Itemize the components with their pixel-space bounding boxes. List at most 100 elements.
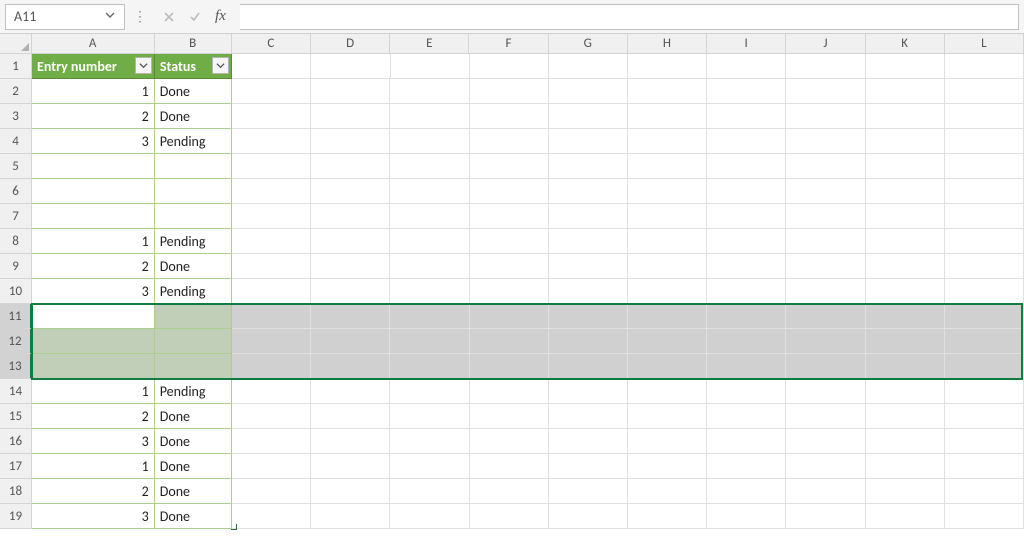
- cell[interactable]: [945, 204, 1024, 229]
- cell[interactable]: [391, 54, 470, 79]
- row-header[interactable]: 12: [0, 329, 32, 354]
- column-header[interactable]: E: [390, 34, 469, 54]
- cell[interactable]: [232, 304, 311, 329]
- cell[interactable]: [311, 279, 390, 304]
- cell[interactable]: [628, 154, 707, 179]
- cell[interactable]: [786, 354, 865, 379]
- cell[interactable]: [866, 229, 945, 254]
- cell[interactable]: [32, 304, 155, 329]
- cell[interactable]: [945, 79, 1024, 104]
- cell[interactable]: [232, 379, 311, 404]
- cell[interactable]: [945, 154, 1024, 179]
- cell[interactable]: [945, 279, 1024, 304]
- row-header[interactable]: 4: [0, 129, 32, 154]
- cell[interactable]: [549, 179, 628, 204]
- row-header[interactable]: 17: [0, 454, 32, 479]
- cell[interactable]: [866, 79, 945, 104]
- cell[interactable]: [32, 204, 155, 229]
- cell[interactable]: [945, 454, 1024, 479]
- cell[interactable]: 2: [32, 104, 155, 129]
- cell[interactable]: [549, 229, 628, 254]
- cell[interactable]: Done: [155, 254, 232, 279]
- row-header[interactable]: 9: [0, 254, 32, 279]
- cell[interactable]: [232, 104, 311, 129]
- cell[interactable]: [866, 204, 945, 229]
- cell[interactable]: [866, 504, 945, 529]
- cell[interactable]: [549, 329, 628, 354]
- cell[interactable]: [470, 204, 549, 229]
- cell[interactable]: [628, 304, 707, 329]
- cell[interactable]: [786, 129, 865, 154]
- cell[interactable]: [786, 429, 865, 454]
- cell[interactable]: [707, 429, 786, 454]
- cell[interactable]: [470, 54, 549, 79]
- cell[interactable]: [628, 479, 707, 504]
- cell[interactable]: [628, 454, 707, 479]
- cell[interactable]: [155, 204, 232, 229]
- cell[interactable]: Pending: [155, 129, 232, 154]
- cell[interactable]: [311, 179, 390, 204]
- cell[interactable]: [786, 304, 865, 329]
- cell[interactable]: [311, 304, 390, 329]
- cell[interactable]: [470, 79, 549, 104]
- cell[interactable]: [549, 404, 628, 429]
- cell[interactable]: [866, 379, 945, 404]
- cell[interactable]: [155, 154, 232, 179]
- cell[interactable]: [707, 229, 786, 254]
- cell[interactable]: [390, 179, 469, 204]
- cell[interactable]: Status: [155, 54, 232, 79]
- cell[interactable]: [232, 279, 311, 304]
- cell[interactable]: [549, 279, 628, 304]
- cell[interactable]: [390, 504, 469, 529]
- cell[interactable]: [628, 354, 707, 379]
- cell[interactable]: 2: [32, 404, 155, 429]
- cell[interactable]: [390, 154, 469, 179]
- cell[interactable]: [311, 329, 390, 354]
- cell[interactable]: [628, 179, 707, 204]
- cell[interactable]: [549, 354, 628, 379]
- cell[interactable]: [786, 179, 865, 204]
- cell[interactable]: [707, 404, 786, 429]
- cell[interactable]: [707, 504, 786, 529]
- cell[interactable]: 1: [32, 79, 155, 104]
- cell[interactable]: [707, 54, 786, 79]
- cell[interactable]: [390, 204, 469, 229]
- cell[interactable]: [32, 179, 155, 204]
- row-header[interactable]: 14: [0, 379, 32, 404]
- cell[interactable]: [945, 179, 1024, 204]
- cell[interactable]: [549, 154, 628, 179]
- column-header[interactable]: A: [32, 34, 155, 54]
- row-header[interactable]: 18: [0, 479, 32, 504]
- cell[interactable]: [786, 329, 865, 354]
- cell[interactable]: [311, 254, 390, 279]
- cell[interactable]: [311, 354, 390, 379]
- cell[interactable]: [155, 329, 232, 354]
- cell[interactable]: [232, 354, 311, 379]
- cell[interactable]: [786, 204, 865, 229]
- cell[interactable]: [232, 329, 311, 354]
- column-header[interactable]: L: [945, 34, 1024, 54]
- cell[interactable]: [549, 129, 628, 154]
- cell[interactable]: [945, 429, 1024, 454]
- cell[interactable]: [390, 104, 469, 129]
- cell[interactable]: [155, 354, 232, 379]
- cell[interactable]: Pending: [155, 279, 232, 304]
- cell[interactable]: [707, 104, 786, 129]
- column-header[interactable]: H: [628, 34, 707, 54]
- row-header[interactable]: 8: [0, 229, 32, 254]
- cell[interactable]: [390, 404, 469, 429]
- cell[interactable]: [707, 279, 786, 304]
- cell[interactable]: [470, 279, 549, 304]
- cell[interactable]: [32, 154, 155, 179]
- cell[interactable]: [470, 329, 549, 354]
- cell[interactable]: [945, 104, 1024, 129]
- cell[interactable]: [232, 479, 311, 504]
- cell[interactable]: [628, 79, 707, 104]
- cell[interactable]: [390, 229, 469, 254]
- cell[interactable]: [470, 129, 549, 154]
- cell[interactable]: [390, 479, 469, 504]
- more-icon[interactable]: ⋮: [131, 8, 149, 25]
- cell[interactable]: [32, 329, 155, 354]
- cell[interactable]: [470, 304, 549, 329]
- cell[interactable]: [232, 229, 311, 254]
